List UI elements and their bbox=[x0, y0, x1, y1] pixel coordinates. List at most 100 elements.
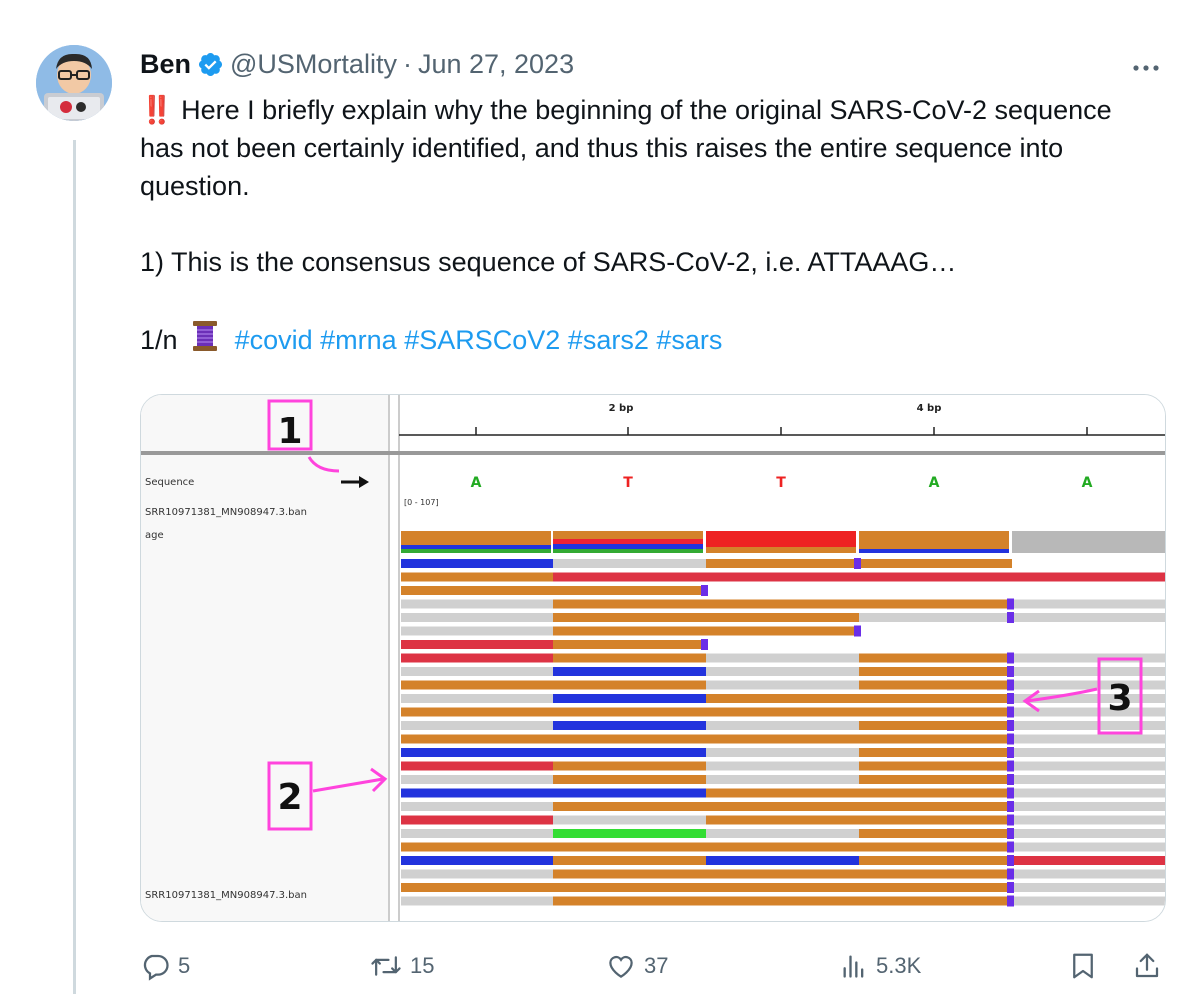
read-segment bbox=[706, 653, 859, 663]
insertion-marker bbox=[1007, 733, 1014, 745]
read-segment bbox=[706, 761, 859, 771]
read-segment bbox=[401, 829, 554, 838]
read-segment bbox=[401, 721, 554, 730]
read-segment bbox=[859, 667, 1012, 676]
read-segment bbox=[859, 856, 1012, 865]
author-handle[interactable]: @USMortality bbox=[230, 46, 397, 82]
more-icon bbox=[1133, 65, 1159, 71]
read-segment bbox=[401, 802, 554, 811]
insertion-marker bbox=[1007, 747, 1014, 758]
read-segment bbox=[1012, 788, 1165, 798]
views-button[interactable]: 5.3K bbox=[840, 946, 921, 986]
base-4: A bbox=[1082, 475, 1093, 491]
tweet-date[interactable]: Jun 27, 2023 bbox=[418, 46, 574, 82]
share-button[interactable] bbox=[1132, 946, 1162, 986]
read-segment bbox=[706, 775, 859, 784]
read-segment bbox=[706, 707, 859, 717]
read-segment bbox=[1012, 896, 1165, 906]
tweet-media-image[interactable]: 2 bp 4 bp Sequence SRR10971381_MN908947.… bbox=[140, 394, 1166, 922]
insertion-marker bbox=[1007, 868, 1014, 880]
read-segment bbox=[859, 775, 1012, 784]
read-segment bbox=[401, 667, 554, 676]
read-segment bbox=[859, 613, 1012, 622]
read-segment bbox=[553, 707, 706, 717]
read-segment bbox=[553, 775, 706, 784]
reply-button[interactable]: 5 bbox=[140, 946, 190, 986]
tweet-paragraph-1: ‼️ Here I briefly explain why the beginn… bbox=[140, 95, 1112, 201]
like-count: 37 bbox=[644, 953, 669, 978]
alignment-track-label-bottom: SRR10971381_MN908947.3.ban bbox=[145, 890, 307, 901]
read-segment bbox=[706, 829, 859, 838]
read-segment bbox=[1012, 734, 1165, 744]
insertion-marker bbox=[1007, 706, 1014, 718]
read-segment bbox=[401, 613, 554, 622]
read-segment bbox=[401, 856, 554, 865]
read-segment bbox=[1012, 869, 1165, 879]
thread-counter: 1/n bbox=[140, 325, 178, 355]
views-count: 5.3K bbox=[876, 953, 922, 978]
read-segment bbox=[553, 667, 706, 676]
insertion-marker bbox=[1007, 693, 1014, 704]
insertion-marker bbox=[1007, 855, 1014, 866]
views-icon bbox=[843, 955, 864, 978]
read-segment bbox=[706, 572, 859, 582]
read-segment bbox=[706, 680, 859, 690]
read-segment bbox=[553, 694, 706, 703]
read-segment bbox=[401, 883, 554, 892]
read-segment bbox=[401, 775, 554, 784]
read-segment bbox=[1012, 775, 1165, 784]
insertion-marker bbox=[1007, 787, 1014, 799]
header-separator: · bbox=[402, 49, 412, 79]
reply-icon bbox=[143, 954, 169, 981]
svg-text:1: 1 bbox=[277, 411, 302, 452]
read-segment bbox=[706, 721, 859, 730]
read-segment bbox=[859, 761, 1012, 771]
read-segment bbox=[1012, 815, 1165, 825]
hashtag-sarscov2[interactable]: #SARSCoV2 bbox=[404, 325, 560, 355]
bookmark-button[interactable] bbox=[1068, 946, 1098, 986]
insertion-marker bbox=[1007, 666, 1014, 677]
more-options-button[interactable] bbox=[1128, 52, 1164, 80]
ruler-label-2bp: 2 bp bbox=[609, 403, 634, 414]
read-segment bbox=[401, 734, 554, 744]
svg-text:2: 2 bbox=[277, 777, 302, 818]
read-segment bbox=[859, 748, 1012, 757]
read-segment bbox=[553, 734, 706, 744]
tweet-paragraph-3: 1/n #covid #mrna #SARSCoV2 #sars2 #sars bbox=[140, 319, 1160, 363]
read-segment bbox=[1012, 829, 1165, 838]
repost-button[interactable]: 15 bbox=[370, 946, 434, 986]
read-segment bbox=[706, 788, 859, 798]
insertion-marker bbox=[1007, 882, 1014, 893]
read-segment bbox=[401, 572, 554, 582]
repost-icon bbox=[371, 956, 401, 976]
read-segment bbox=[1012, 856, 1165, 865]
read-segment bbox=[859, 599, 1012, 609]
read-segment bbox=[401, 788, 554, 798]
verified-icon bbox=[197, 51, 224, 78]
insertion-marker bbox=[1007, 774, 1014, 785]
read-segment bbox=[706, 559, 859, 568]
bookmark-icon bbox=[1073, 953, 1093, 979]
read-segment bbox=[706, 896, 859, 906]
read-segment bbox=[706, 815, 859, 825]
hashtag-mrna[interactable]: #mrna bbox=[320, 325, 397, 355]
read-segment bbox=[553, 869, 706, 879]
read-segment bbox=[401, 626, 554, 636]
insertion-marker bbox=[1007, 841, 1014, 853]
read-segment bbox=[553, 856, 706, 865]
read-segment bbox=[706, 613, 859, 622]
insertion-marker bbox=[1007, 801, 1014, 812]
read-segment bbox=[1012, 748, 1165, 757]
thread-icon bbox=[189, 319, 221, 363]
hashtag-sars2[interactable]: #sars2 bbox=[568, 325, 649, 355]
read-segment bbox=[859, 559, 1012, 568]
author-name[interactable]: Ben bbox=[140, 46, 191, 82]
like-button[interactable]: 37 bbox=[606, 946, 668, 986]
insertion-marker bbox=[1007, 895, 1014, 907]
read-segment bbox=[706, 694, 859, 703]
hashtag-covid[interactable]: #covid bbox=[235, 325, 313, 355]
read-segment bbox=[553, 680, 706, 690]
hashtag-sars[interactable]: #sars bbox=[656, 325, 722, 355]
avatar[interactable] bbox=[36, 45, 112, 121]
read-segment bbox=[706, 626, 859, 636]
